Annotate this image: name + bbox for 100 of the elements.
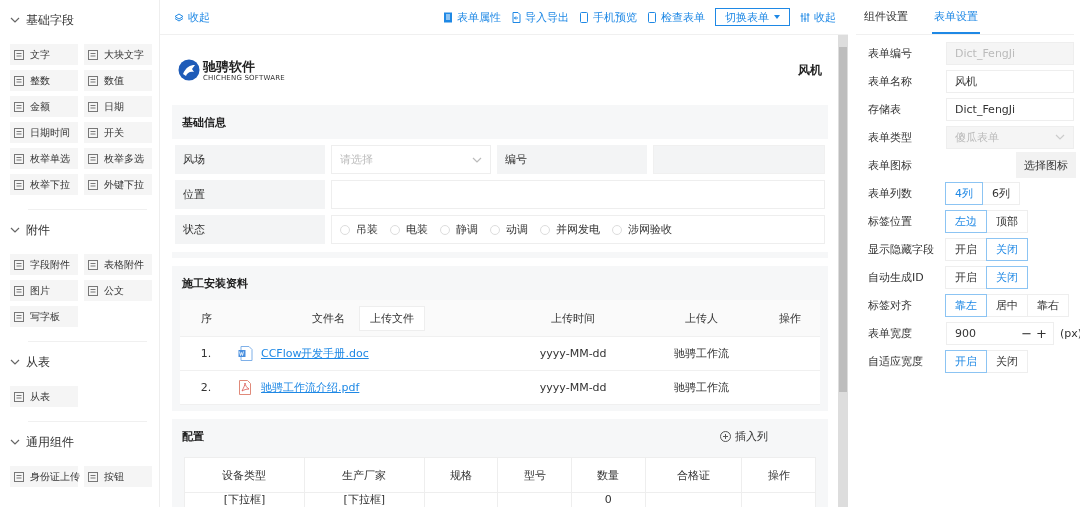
column-header: 操作 [767,468,790,482]
scrollbar[interactable] [838,35,848,507]
component-item[interactable]: 枚举下拉 [10,174,78,195]
setting-label: 表单类型 [868,129,913,145]
field-icon [88,259,98,270]
switch-form-button[interactable]: 切换表单 [715,8,790,26]
component-item[interactable]: 日期时间 [10,122,78,143]
column-header: 数量 [597,468,620,482]
file-link[interactable]: 驰骋工作流介绍.pdf [261,380,360,395]
file-link[interactable]: CCFlow开发手册.doc [261,346,369,361]
table-cell: 驰骋工作流 [673,381,729,394]
component-item[interactable]: 字段附件 [10,254,78,275]
chevron-down-icon [10,358,20,366]
choose-icon-button[interactable]: 选择图标 [1016,152,1076,178]
insert-column-button[interactable]: 插入列 [720,428,768,444]
component-item[interactable]: 金额 [10,96,78,117]
field-icon [14,179,24,190]
column-header: 上传时间 [551,311,596,325]
component-item[interactable]: 表格附件 [84,254,152,275]
component-item[interactable]: 从表 [10,386,78,407]
segment-option[interactable]: 4列 [945,181,983,205]
group-header[interactable]: 基础字段 [10,0,151,40]
segment-option[interactable]: 靠右 [1027,293,1069,317]
field-label: 状态 [175,215,325,244]
component-item[interactable]: 整数 [10,70,78,91]
component-item[interactable]: 身份证上传 [10,466,78,487]
component-item[interactable]: 开关 [84,122,152,143]
component-item[interactable]: 外键下拉 [84,174,152,195]
setting-label: 存储表 [868,101,902,117]
group-title: 从表 [26,353,50,371]
column-header: 操作 [779,311,802,325]
segment-option[interactable]: 居中 [986,293,1028,317]
document-icon [443,11,453,23]
toolbar-link[interactable]: 导入导出 [511,9,569,25]
radio-option[interactable]: 动调 [490,222,528,237]
segment-option[interactable]: 开启 [945,237,987,261]
setting-label: 标签位置 [868,213,913,229]
collapse-link[interactable]: 收起 [174,9,210,25]
group-header[interactable]: 从表 [10,342,151,382]
table-cell: yyyy-MM-dd [539,347,607,360]
column-header: 设备类型 [222,468,267,482]
radio-option[interactable]: 电装 [390,222,428,237]
panel-tab[interactable]: 组件设置 [862,0,910,34]
component-item[interactable]: 枚举多选 [84,148,152,169]
number-field[interactable]: 900 − + [946,321,1054,345]
segment-option[interactable]: 开启 [945,265,987,289]
component-item[interactable]: 写字板 [10,306,78,327]
section-title: 配置 [182,428,204,444]
group-title: 基础字段 [26,11,74,29]
segment-option[interactable]: 开启 [945,349,987,373]
toolbar-link[interactable]: 表单属性 [443,9,501,25]
input-field[interactable]: 风机 [946,69,1074,93]
component-item[interactable]: 文字 [10,44,78,65]
radio-option[interactable]: 并网发电 [540,222,600,237]
field-icon [88,285,98,296]
radio-option[interactable]: 涉网验收 [612,222,672,237]
group-header[interactable]: 附件 [10,210,151,250]
toolbar-link[interactable]: 手机预览 [579,9,637,25]
minus-button[interactable]: − [1021,325,1033,341]
setting-label: 表单图标 [868,157,913,173]
segment-option[interactable]: 关闭 [986,237,1028,261]
segment-option[interactable]: 关闭 [986,265,1028,289]
radio-label: 动调 [506,222,528,237]
field-icon [88,49,98,60]
word-file-icon [238,346,253,361]
setting-label: 自动生成ID [868,269,925,285]
component-item[interactable]: 公文 [84,280,152,301]
plus-button[interactable]: + [1036,325,1047,341]
radio-label: 电装 [406,222,428,237]
group-header[interactable]: 通用组件 [10,422,151,462]
file-arrow-icon [511,11,521,23]
component-item[interactable]: 图片 [10,280,78,301]
component-item[interactable]: 大块文字 [84,44,152,65]
segment-option[interactable]: 关闭 [986,349,1028,373]
field-label: 编号 [497,145,647,174]
toolbar-link[interactable]: 检查表单 [647,9,705,25]
input-field[interactable]: Dict_FengJi [946,97,1074,121]
segment-option[interactable]: 顶部 [986,209,1028,233]
field-icon [14,101,24,112]
component-item[interactable]: 枚举单选 [10,148,78,169]
component-item[interactable]: 日期 [84,96,152,117]
component-item[interactable]: 按钮 [84,466,152,487]
panel-tab[interactable]: 表单设置 [932,0,980,34]
segment-option[interactable]: 靠左 [945,293,987,317]
setting-label: 标签对齐 [868,297,913,313]
field-icon [14,259,24,270]
component-item[interactable]: 数值 [84,70,152,91]
field-icon [88,75,98,86]
field-icon [14,49,24,60]
field-icon [14,127,24,138]
segment-option[interactable]: 左边 [945,209,987,233]
field-icon [14,285,24,296]
segment-option[interactable]: 6列 [982,181,1020,205]
radio-option[interactable]: 吊装 [340,222,378,237]
upload-button[interactable]: 上传文件 [358,305,425,331]
logo-text: 驰骋软件 [203,58,256,74]
logo-icon [178,59,200,81]
setting-label: 表单名称 [868,73,913,89]
collapse-link[interactable]: 收起 [800,9,836,25]
radio-option[interactable]: 静调 [440,222,478,237]
